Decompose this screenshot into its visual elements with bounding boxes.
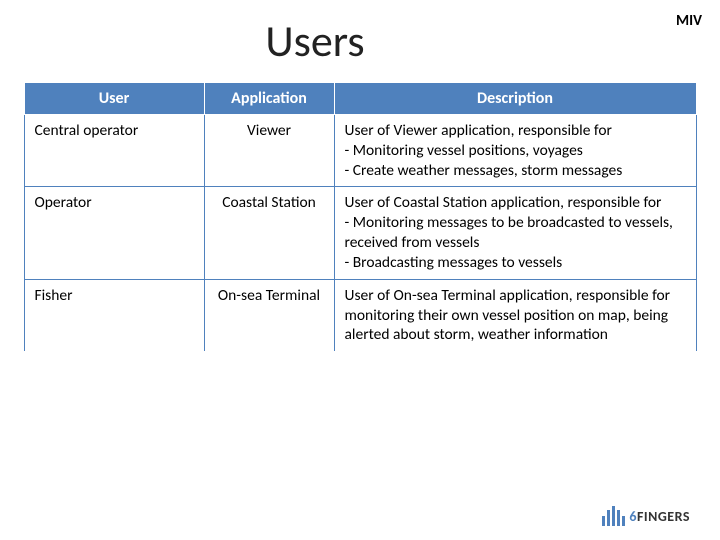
cell-application: On-sea Terminal xyxy=(204,279,334,351)
table-row: Operator Coastal Station User of Coastal… xyxy=(24,187,696,279)
corner-label: MIV xyxy=(676,12,702,30)
col-user: User xyxy=(24,83,204,115)
logo-bars-icon xyxy=(602,506,625,526)
footer-logo: 6FINGERS xyxy=(602,506,690,526)
page-title: Users xyxy=(0,0,720,74)
cell-application: Coastal Station xyxy=(204,187,334,279)
cell-user: Fisher xyxy=(24,279,204,351)
cell-application: Viewer xyxy=(204,115,334,187)
col-application: Application xyxy=(204,83,334,115)
slide: MIV Users User Application Description C… xyxy=(0,0,720,540)
table-row: Central operator Viewer User of Viewer a… xyxy=(24,115,696,187)
col-description: Description xyxy=(334,83,696,115)
cell-user: Central operator xyxy=(24,115,204,187)
table-header-row: User Application Description xyxy=(24,83,696,115)
cell-description: User of Coastal Station application, res… xyxy=(334,187,696,279)
cell-user: Operator xyxy=(24,187,204,279)
logo-text: 6FINGERS xyxy=(629,508,690,525)
cell-description: User of On-sea Terminal application, res… xyxy=(334,279,696,351)
table-row: Fisher On-sea Terminal User of On-sea Te… xyxy=(24,279,696,351)
cell-description: User of Viewer application, responsible … xyxy=(334,115,696,187)
users-table: User Application Description Central ope… xyxy=(24,82,697,352)
